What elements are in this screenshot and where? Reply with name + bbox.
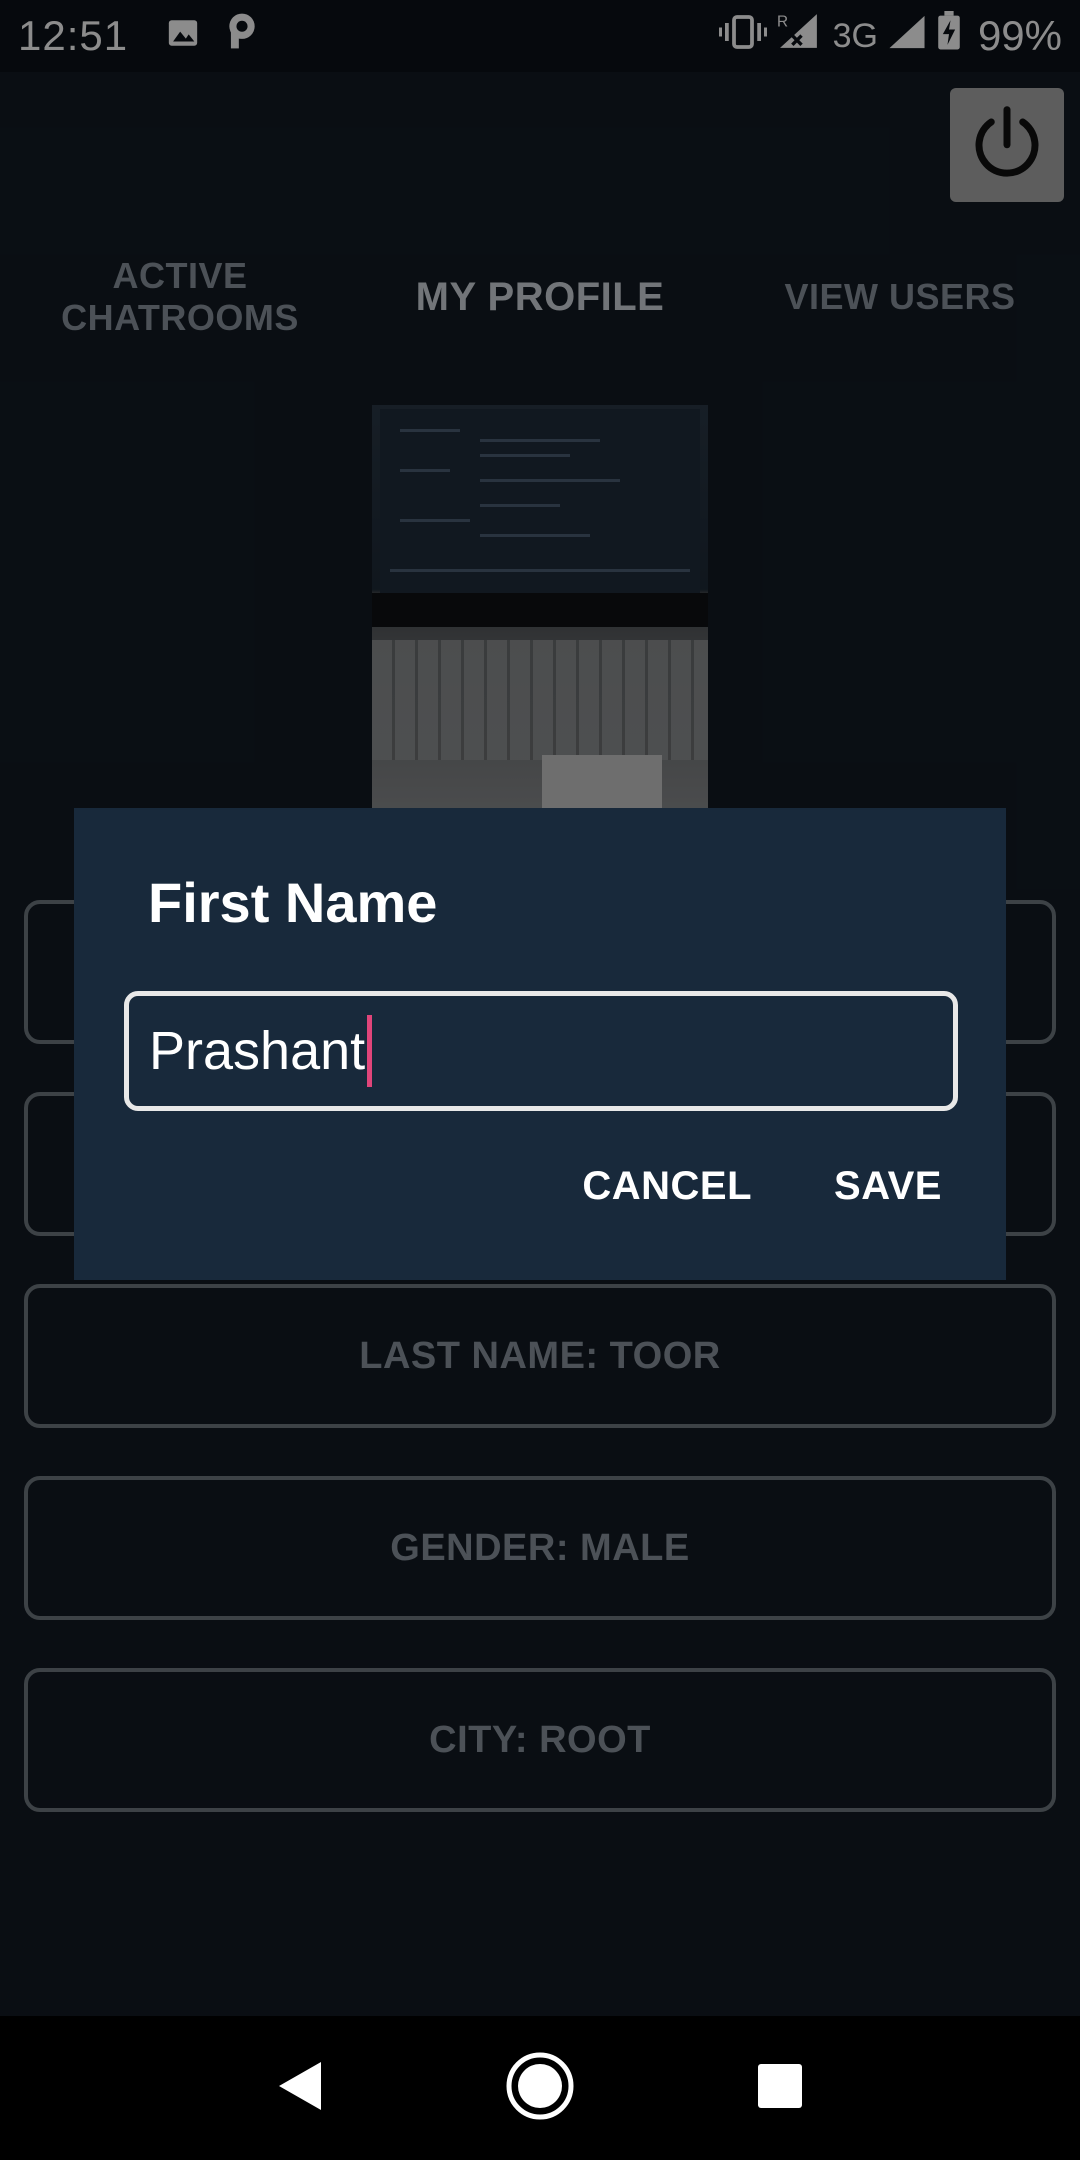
- cancel-button[interactable]: CANCEL: [582, 1164, 752, 1209]
- navigation-bar: [0, 2016, 1080, 2160]
- back-triangle-icon: [275, 2058, 325, 2119]
- home-button[interactable]: [492, 2040, 588, 2136]
- back-button[interactable]: [252, 2040, 348, 2136]
- save-button[interactable]: SAVE: [834, 1164, 942, 1209]
- first-name-input[interactable]: Prashant: [124, 991, 958, 1111]
- edit-first-name-dialog: First Name Prashant CANCEL SAVE: [74, 808, 1006, 1280]
- home-circle-icon: [505, 2051, 575, 2126]
- dialog-title: First Name: [148, 871, 438, 934]
- recents-square-icon: [756, 2062, 804, 2115]
- recents-button[interactable]: [732, 2040, 828, 2136]
- screen: 12:51 R 3G 99% ACTIVE CHATROOMS MY PROFI…: [0, 0, 1080, 2160]
- first-name-input-value: Prashant: [149, 1021, 366, 1081]
- text-caret: [367, 1015, 373, 1087]
